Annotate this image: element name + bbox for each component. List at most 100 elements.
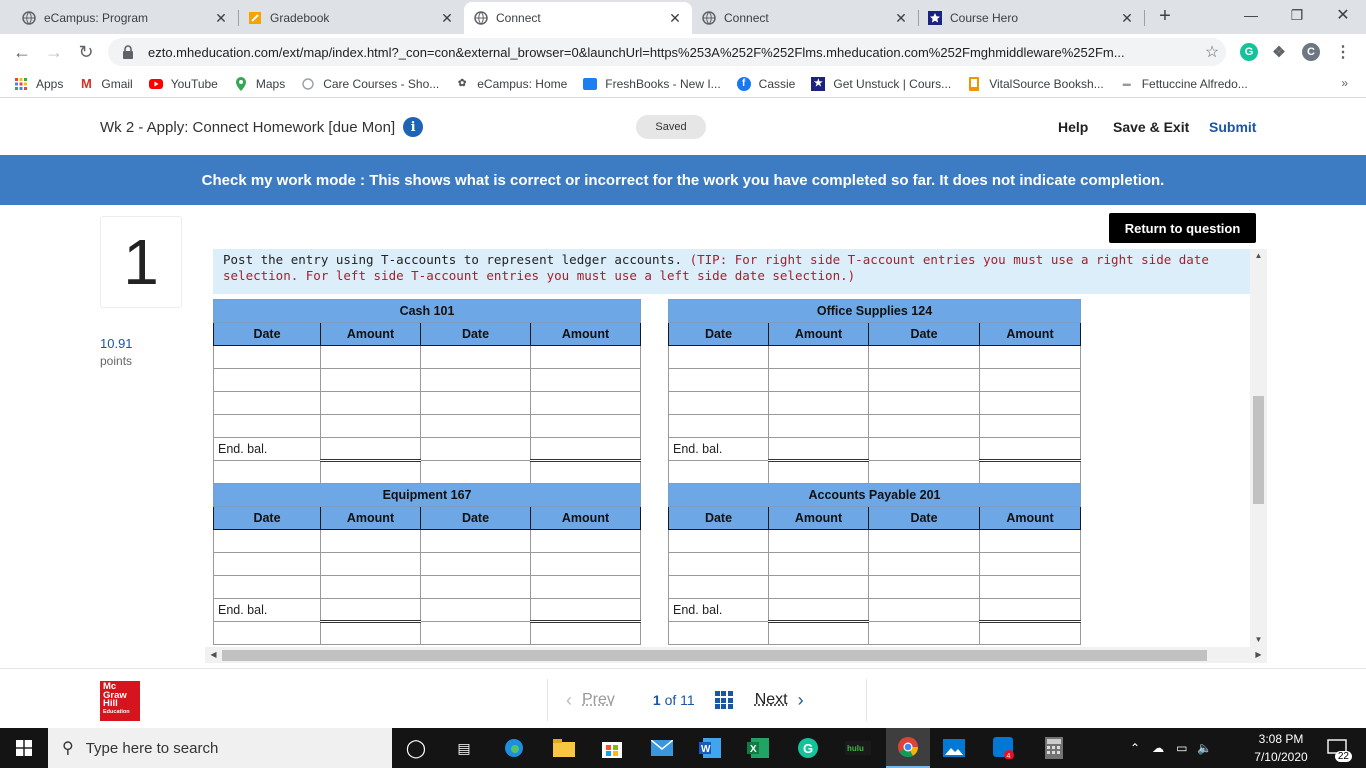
amount-input[interactable] xyxy=(529,552,642,576)
chevron-left-icon[interactable]: ‹ xyxy=(566,690,572,711)
bookmark-get-unstuck[interactable]: ★ Get Unstuck | Cours... xyxy=(811,76,951,91)
save-exit-link[interactable]: Save & Exit xyxy=(1113,119,1189,135)
back-button[interactable]: ← xyxy=(10,40,34,64)
bookmark-fettuccine[interactable]: ▬ Fettuccine Alfredo... xyxy=(1120,77,1248,91)
end-bal-debit-input[interactable] xyxy=(768,437,869,462)
prev-button[interactable]: Prev xyxy=(582,691,615,709)
profile-avatar[interactable]: C xyxy=(1302,43,1320,61)
hulu-icon[interactable]: hulu xyxy=(844,736,872,760)
bookmarks-overflow-icon[interactable]: » xyxy=(1341,76,1348,90)
amount-input[interactable] xyxy=(529,391,642,415)
bookmark-freshbooks[interactable]: FreshBooks - New I... xyxy=(583,77,721,91)
tab-gradebook[interactable]: Gradebook ✕ xyxy=(238,2,464,34)
battery-icon[interactable]: ▭ xyxy=(1176,741,1187,755)
forward-button[interactable]: → xyxy=(42,40,66,64)
minimize-button[interactable]: — xyxy=(1228,0,1274,30)
amount-input[interactable] xyxy=(768,575,869,599)
reload-button[interactable]: ↻ xyxy=(74,40,98,64)
date-select[interactable] xyxy=(213,529,321,553)
date-select[interactable] xyxy=(668,575,769,599)
amount-input[interactable] xyxy=(529,575,642,599)
amount-input[interactable] xyxy=(978,575,1082,599)
bookmark-star-icon[interactable]: ☆ xyxy=(1198,42,1226,62)
tray-chevron-up-icon[interactable]: ⌃ xyxy=(1130,741,1140,755)
amount-input[interactable] xyxy=(529,621,642,645)
date-select[interactable] xyxy=(668,552,769,576)
calculator-icon[interactable] xyxy=(1042,736,1066,760)
question-content-panel[interactable]: Post the entry using T-accounts to repre… xyxy=(205,249,1267,663)
extensions-puzzle-icon[interactable]: ❖ xyxy=(1270,43,1288,61)
file-explorer-icon[interactable] xyxy=(552,736,576,760)
amount-input[interactable] xyxy=(320,552,421,576)
vertical-scroll-thumb[interactable] xyxy=(1253,396,1264,504)
amount-input[interactable] xyxy=(978,552,1082,576)
date-select[interactable] xyxy=(213,368,321,392)
scroll-right-arrow-icon[interactable]: ▶ xyxy=(1250,647,1267,663)
submit-link[interactable]: Submit xyxy=(1209,119,1256,135)
bookmark-maps[interactable]: Maps xyxy=(234,76,285,91)
date-select[interactable] xyxy=(668,368,769,392)
taskbar-search-box[interactable]: ⚲ Type here to search xyxy=(48,728,392,768)
amount-input[interactable] xyxy=(529,368,642,392)
date-select[interactable] xyxy=(868,368,980,392)
onedrive-cloud-icon[interactable]: ☁ xyxy=(1152,741,1164,755)
date-select[interactable] xyxy=(420,414,531,438)
close-tab-icon[interactable]: ✕ xyxy=(440,10,454,27)
date-select[interactable] xyxy=(868,575,980,599)
amount-input[interactable] xyxy=(320,529,421,553)
restore-button[interactable]: ❐ xyxy=(1274,0,1320,30)
amount-input[interactable] xyxy=(529,460,642,484)
date-select[interactable] xyxy=(668,345,769,369)
cortana-icon[interactable]: ◯ xyxy=(404,736,428,760)
menu-kebab-icon[interactable]: ⋮ xyxy=(1334,43,1352,61)
excel-icon[interactable]: X xyxy=(746,736,770,760)
amount-input[interactable] xyxy=(768,391,869,415)
amount-input[interactable] xyxy=(978,414,1082,438)
date-select[interactable] xyxy=(420,529,531,553)
scroll-left-arrow-icon[interactable]: ◀ xyxy=(205,647,222,663)
amount-input[interactable] xyxy=(978,345,1082,369)
info-icon[interactable]: i xyxy=(403,117,424,137)
amount-input[interactable] xyxy=(320,345,421,369)
grammarly-extension-icon[interactable]: G xyxy=(1240,43,1258,61)
chrome-taskbar-icon[interactable] xyxy=(886,728,930,768)
date-select[interactable] xyxy=(868,414,980,438)
end-bal-debit-input[interactable] xyxy=(320,598,421,623)
return-to-question-button[interactable]: Return to question xyxy=(1109,213,1256,243)
address-bar[interactable]: ezto.mheducation.com/ext/map/index.html?… xyxy=(108,38,1226,66)
taskbar-clock[interactable]: 3:08 PM 7/10/2020 xyxy=(1250,730,1312,766)
next-button[interactable]: Next xyxy=(755,691,788,709)
date-select[interactable] xyxy=(213,391,321,415)
end-bal-credit-input[interactable] xyxy=(529,437,642,462)
date-select[interactable] xyxy=(868,529,980,553)
scroll-down-arrow-icon[interactable]: ▼ xyxy=(1250,633,1267,647)
amount-input[interactable] xyxy=(768,529,869,553)
amount-input[interactable] xyxy=(768,345,869,369)
date-select[interactable] xyxy=(420,575,531,599)
grammarly-icon[interactable]: G xyxy=(796,736,820,760)
end-bal-credit-input[interactable] xyxy=(529,598,642,623)
amount-input[interactable] xyxy=(978,368,1082,392)
amount-input[interactable] xyxy=(768,621,869,645)
bookmark-vitalsource[interactable]: VitalSource Booksh... xyxy=(967,76,1104,91)
mail-icon[interactable] xyxy=(650,736,674,760)
photos-icon[interactable] xyxy=(942,736,966,760)
horizontal-scroll-thumb[interactable] xyxy=(222,650,1207,661)
amount-input[interactable] xyxy=(978,391,1082,415)
bookmark-care-courses[interactable]: Care Courses - Sho... xyxy=(301,77,439,91)
amount-input[interactable] xyxy=(320,460,421,484)
bookmark-cassie[interactable]: f Cassie xyxy=(736,76,795,91)
date-select[interactable] xyxy=(213,575,321,599)
date-select[interactable] xyxy=(213,345,321,369)
bookmark-ecampus-home[interactable]: ✿ eCampus: Home xyxy=(455,77,567,91)
amount-input[interactable] xyxy=(320,391,421,415)
date-select[interactable] xyxy=(420,552,531,576)
date-select[interactable] xyxy=(420,391,531,415)
chevron-right-icon[interactable]: › xyxy=(798,690,804,711)
end-bal-credit-input[interactable] xyxy=(978,437,1082,462)
date-select[interactable] xyxy=(868,391,980,415)
date-select[interactable] xyxy=(868,345,980,369)
date-select[interactable] xyxy=(213,552,321,576)
amount-input[interactable] xyxy=(529,529,642,553)
page-indicator[interactable]: 1 of 11 xyxy=(653,692,695,708)
